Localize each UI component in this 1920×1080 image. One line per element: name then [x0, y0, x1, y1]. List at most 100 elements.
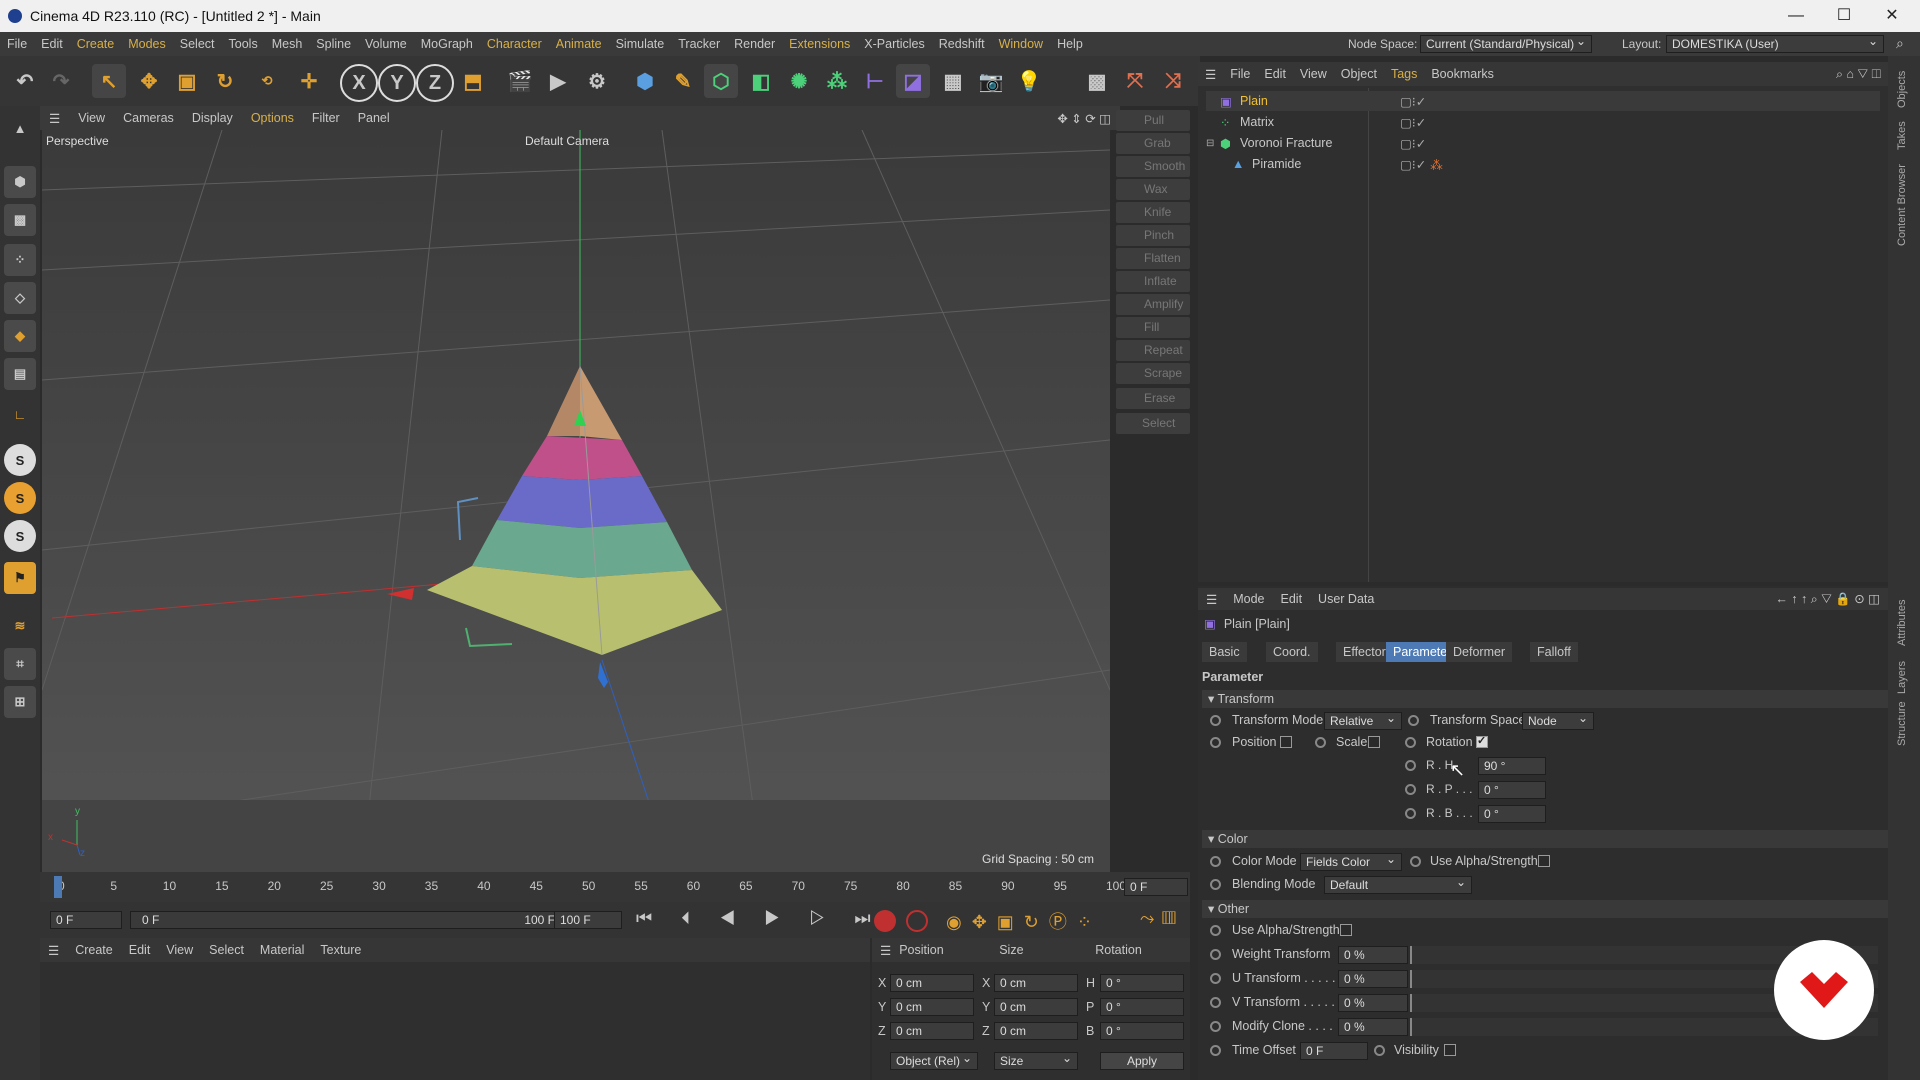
menu-volume[interactable]: Volume: [358, 37, 414, 51]
node-space-select[interactable]: Current (Standard/Physical): [1420, 33, 1592, 53]
snap-s3-icon[interactable]: S: [4, 520, 36, 552]
visibility-toggle-icon[interactable]: ▢⁝✓: [1400, 115, 1426, 130]
keyframe-dot[interactable]: [1408, 715, 1419, 726]
sculpt-fill[interactable]: Fill: [1116, 317, 1190, 338]
keyframe-dot[interactable]: [1210, 1021, 1221, 1032]
viewport-menu-display[interactable]: Display: [183, 111, 242, 125]
attribute-menu-user-data[interactable]: User Data: [1310, 592, 1382, 606]
menu-tracker[interactable]: Tracker: [671, 37, 727, 51]
deformer-icon[interactable]: ⊢: [858, 64, 892, 98]
z-axis-button[interactable]: Z: [416, 64, 454, 102]
menu-character[interactable]: Character: [480, 37, 549, 51]
viewport-menu-view[interactable]: View: [69, 111, 114, 125]
search-icon[interactable]: ⌕: [1896, 35, 1904, 52]
dynamic-grid-icon[interactable]: ⊞: [4, 686, 36, 718]
collapse-icon[interactable]: ⊟: [1206, 138, 1218, 149]
scale-tool-icon[interactable]: ▣: [170, 64, 204, 98]
weight-transform-input[interactable]: 0 %: [1338, 946, 1408, 964]
keyframe-dot[interactable]: [1210, 856, 1221, 867]
rb-input[interactable]: 0 °: [1478, 805, 1546, 823]
tab-coord[interactable]: Coord.: [1266, 642, 1318, 662]
visibility-checkbox[interactable]: [1444, 1044, 1456, 1056]
extrude-icon[interactable]: ◧: [744, 64, 778, 98]
coord-menu-icon[interactable]: ☰: [872, 943, 899, 958]
key-filter-icons[interactable]: ◉✥▣↻Ⓟ⁘: [946, 908, 1102, 934]
sculpt-pull[interactable]: Pull: [1116, 110, 1190, 131]
menu-create[interactable]: Create: [70, 37, 122, 51]
visibility-toggle-icon[interactable]: ▢⁝✓: [1400, 94, 1426, 109]
material-menu-select[interactable]: Select: [201, 943, 252, 957]
keyframe-dot[interactable]: [1210, 715, 1221, 726]
keyframe-dot[interactable]: [1210, 879, 1221, 890]
current-frame-field[interactable]: 0 F: [1124, 878, 1188, 896]
viewport-menu-cameras[interactable]: Cameras: [114, 111, 183, 125]
snap-icon[interactable]: ⤨: [1156, 64, 1190, 98]
menu-file[interactable]: File: [0, 37, 34, 51]
object-menu-object[interactable]: Object: [1334, 67, 1384, 81]
keyframe-dot[interactable]: [1405, 784, 1416, 795]
axis-mode-icon[interactable]: ∟: [4, 398, 36, 430]
pen-icon[interactable]: ✎: [666, 64, 700, 98]
floor-icon[interactable]: ▦: [936, 64, 970, 98]
mograph-icon[interactable]: ⁂: [820, 64, 854, 98]
render-region-icon[interactable]: 🎬: [503, 64, 537, 98]
scale-checkbox[interactable]: [1368, 736, 1380, 748]
object-menu-view[interactable]: View: [1293, 67, 1334, 81]
tab-deformer[interactable]: Deformer: [1446, 642, 1513, 662]
size-y-input[interactable]: 0 cm: [994, 998, 1078, 1016]
keyframe-dot[interactable]: [1405, 737, 1416, 748]
object-menu-edit[interactable]: Edit: [1257, 67, 1293, 81]
viewport-3d[interactable]: Perspective Default Camera Grid Spacing …: [42, 130, 1110, 872]
start-frame-field[interactable]: 0 F: [50, 911, 122, 929]
make-editable-icon[interactable]: ▲: [4, 112, 36, 144]
keyframe-dot[interactable]: [1210, 925, 1221, 936]
sculpt-flatten[interactable]: Flatten: [1116, 248, 1190, 269]
sculpt-erase[interactable]: Erase: [1116, 388, 1190, 409]
viewport-menu-icon[interactable]: ☰: [40, 111, 69, 126]
keyframe-dot[interactable]: [1210, 997, 1221, 1008]
y-axis-button[interactable]: Y: [378, 64, 416, 102]
attribute-menu-edit[interactable]: Edit: [1273, 592, 1311, 606]
coord-mode-select[interactable]: Object (Rel): [890, 1050, 978, 1070]
material-menu-icon[interactable]: ☰: [40, 943, 67, 958]
playback-controls[interactable]: ⏮ ⏴ ◀ ▶ ▷ ⏭: [636, 908, 883, 929]
keyframe-dot[interactable]: [1405, 808, 1416, 819]
undo-icon[interactable]: ↶: [8, 64, 42, 98]
move-tool-icon[interactable]: ✥: [132, 64, 166, 98]
object-menu-icon[interactable]: ☰: [1198, 67, 1223, 82]
material-menu-view[interactable]: View: [158, 943, 201, 957]
menu-spline[interactable]: Spline: [309, 37, 358, 51]
viewport-menu-filter[interactable]: Filter: [303, 111, 349, 125]
rotation-h-input[interactable]: 0 °: [1100, 974, 1184, 992]
frame-range-slider[interactable]: 0 F 100 F: [130, 911, 568, 929]
transform-section-header[interactable]: ▾ Transform: [1202, 690, 1888, 708]
autokey-icon[interactable]: [906, 910, 928, 932]
camera-label[interactable]: Default Camera: [525, 134, 609, 148]
menu-select[interactable]: Select: [173, 37, 222, 51]
menu-simulate[interactable]: Simulate: [609, 37, 672, 51]
polygons-mode-icon[interactable]: ◆: [4, 320, 36, 352]
redo-icon[interactable]: ↷: [44, 64, 78, 98]
u-transform-input[interactable]: 0 %: [1338, 970, 1408, 988]
timeline-extra-icons[interactable]: ⤳▥: [1140, 908, 1184, 929]
object-row-matrix[interactable]: ⁘ Matrix ▢⁝✓: [1206, 112, 1880, 132]
color-section-header[interactable]: ▾ Color: [1202, 830, 1888, 848]
uv-mode-icon[interactable]: ▤: [4, 358, 36, 390]
field-icon[interactable]: ◪: [896, 64, 930, 98]
menu-animate[interactable]: Animate: [549, 37, 609, 51]
other-alpha-checkbox[interactable]: [1340, 924, 1352, 936]
viewport-menu-panel[interactable]: Panel: [349, 111, 399, 125]
size-z-input[interactable]: 0 cm: [994, 1022, 1078, 1040]
keyframe-dot[interactable]: [1210, 1045, 1221, 1056]
menu-mograph[interactable]: MoGraph: [414, 37, 480, 51]
object-row-voronoi-fracture[interactable]: ⊟ ⬢ Voronoi Fracture ▢⁝✓: [1206, 133, 1880, 153]
menu-tools[interactable]: Tools: [222, 37, 265, 51]
keyframe-dot[interactable]: [1210, 737, 1221, 748]
object-row-plain[interactable]: ▣ Plain ▢⁝✓: [1206, 91, 1880, 111]
visibility-toggle-icon[interactable]: ▢⁝✓: [1400, 136, 1426, 151]
sculpt-pinch[interactable]: Pinch: [1116, 225, 1190, 246]
menu-redshift[interactable]: Redshift: [932, 37, 992, 51]
object-toolbar-icons[interactable]: ⌕ ⌂ ▽ ◫: [1829, 67, 1888, 82]
attribute-menu-mode[interactable]: Mode: [1225, 592, 1272, 606]
close-button[interactable]: ✕: [1868, 0, 1916, 32]
